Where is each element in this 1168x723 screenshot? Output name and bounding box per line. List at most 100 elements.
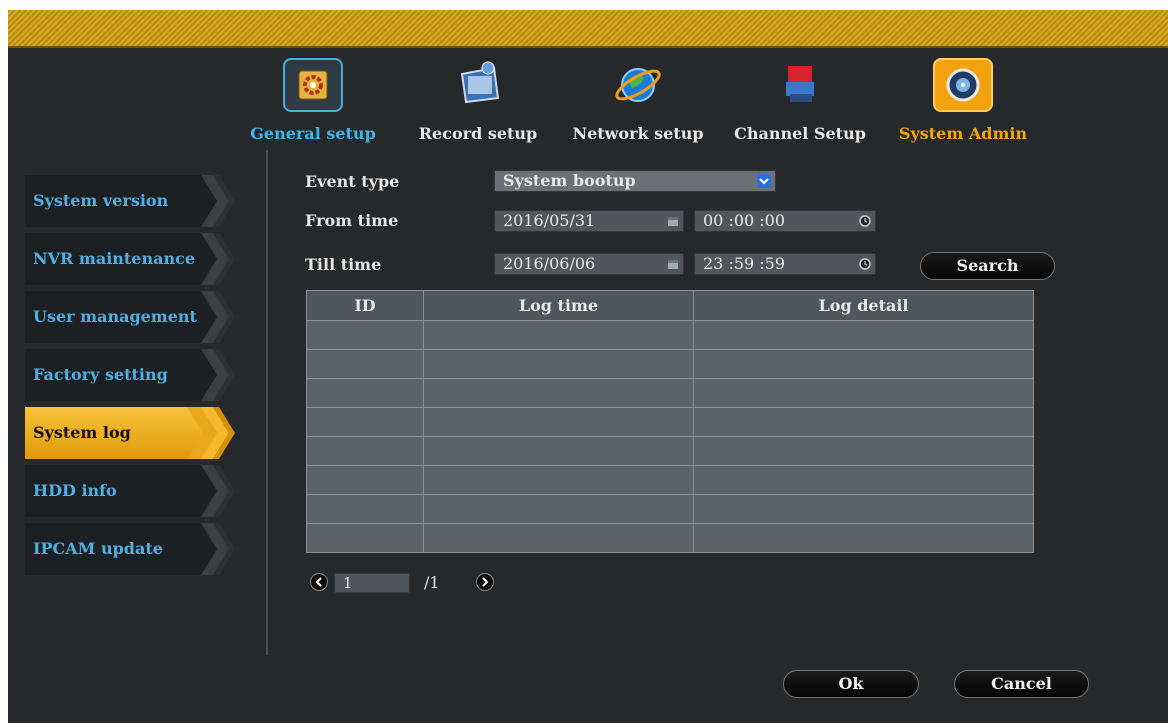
sidebar-item-ipcam-update[interactable]: IPCAM update xyxy=(25,523,240,575)
chevron-down-icon xyxy=(757,174,771,188)
table-header-row: ID Log time Log detail xyxy=(306,290,1034,321)
cell-log-detail xyxy=(693,349,1034,379)
sidebar-item-label: HDD info xyxy=(33,481,117,500)
cell-log-time xyxy=(423,436,694,466)
cell-log-detail xyxy=(693,523,1034,553)
next-page-button[interactable] xyxy=(476,573,494,591)
till-date-field[interactable]: 2016/06/06 xyxy=(494,253,684,275)
from-date-field[interactable]: 2016/05/31 xyxy=(494,210,684,232)
chevron-right-icon xyxy=(482,577,489,587)
cell-log-detail xyxy=(693,494,1034,524)
sidebar-item-system-log[interactable]: System log xyxy=(25,407,240,459)
tab-network-setup[interactable]: Network setup xyxy=(558,52,718,152)
clock-icon xyxy=(859,215,871,227)
globe-icon xyxy=(608,58,668,112)
title-bar xyxy=(8,10,1168,48)
cell-log-detail xyxy=(693,436,1034,466)
cell-log-detail xyxy=(693,407,1034,437)
table-row[interactable] xyxy=(306,407,1034,437)
cell-log-detail xyxy=(693,320,1034,350)
event-type-value: System bootup xyxy=(503,171,636,190)
till-time-label: Till time xyxy=(305,255,382,274)
chevron-right-icon xyxy=(187,175,235,227)
cell-id xyxy=(306,465,424,495)
sidebar-item-label: IPCAM update xyxy=(33,539,163,558)
table-row[interactable] xyxy=(306,349,1034,379)
from-time-label: From time xyxy=(305,211,399,230)
cell-id xyxy=(306,436,424,466)
cell-log-detail xyxy=(693,465,1034,495)
tab-label: Network setup xyxy=(572,124,704,143)
tab-label: Channel Setup xyxy=(734,124,866,143)
till-time-field[interactable]: 23 :59 :59 xyxy=(694,253,876,275)
event-type-select[interactable]: System bootup xyxy=(494,170,776,192)
table-row[interactable] xyxy=(306,378,1034,408)
sidebar-item-factory-setting[interactable]: Factory setting xyxy=(25,349,240,401)
cell-id xyxy=(306,378,424,408)
cell-id xyxy=(306,320,424,350)
from-time-field[interactable]: 00 :00 :00 xyxy=(694,210,876,232)
chevron-right-icon xyxy=(187,523,235,575)
page-total: /1 xyxy=(424,573,440,592)
table-row[interactable] xyxy=(306,436,1034,466)
nvr-window: General setup Record setup Network setup… xyxy=(8,10,1168,723)
column-header-log-detail: Log detail xyxy=(693,290,1034,321)
from-date-value: 2016/05/31 xyxy=(503,211,596,230)
cell-log-time xyxy=(423,494,694,524)
tab-record-setup[interactable]: Record setup xyxy=(398,52,558,152)
cell-log-time xyxy=(423,523,694,553)
till-time-value: 23 :59 :59 xyxy=(703,254,786,273)
sidebar-item-label: User management xyxy=(33,307,197,326)
camera-channel-icon xyxy=(770,58,830,112)
chevron-left-icon xyxy=(315,577,322,587)
page-number-input[interactable]: 1 xyxy=(334,573,410,593)
tab-general-setup[interactable]: General setup xyxy=(233,52,393,152)
chevron-right-icon xyxy=(187,465,235,517)
admin-disk-icon xyxy=(933,58,993,112)
sidebar-item-label: System version xyxy=(33,191,169,210)
sidebar-item-system-version[interactable]: System version xyxy=(25,175,240,227)
prev-page-button[interactable] xyxy=(310,573,328,591)
event-type-label: Event type xyxy=(305,172,400,191)
tab-system-admin[interactable]: System Admin xyxy=(883,52,1043,152)
film-reel-icon xyxy=(448,58,508,112)
cell-log-time xyxy=(423,407,694,437)
calendar-icon xyxy=(668,217,678,226)
tab-channel-setup[interactable]: Channel Setup xyxy=(720,52,880,152)
cell-log-time xyxy=(423,349,694,379)
ok-button[interactable]: Ok xyxy=(783,670,919,698)
cell-log-detail xyxy=(693,378,1034,408)
top-navigation: General setup Record setup Network setup… xyxy=(250,52,1158,152)
sidebar-divider xyxy=(266,150,268,655)
table-row[interactable] xyxy=(306,465,1034,495)
cell-id xyxy=(306,407,424,437)
table-row[interactable] xyxy=(306,494,1034,524)
search-button[interactable]: Search xyxy=(920,252,1055,280)
clock-icon xyxy=(859,258,871,270)
cell-log-time xyxy=(423,465,694,495)
chevron-right-icon xyxy=(187,407,235,459)
sidebar-item-label: System log xyxy=(33,423,131,442)
column-header-log-time: Log time xyxy=(423,290,694,321)
table-row[interactable] xyxy=(306,523,1034,553)
cell-id xyxy=(306,349,424,379)
log-table: ID Log time Log detail xyxy=(306,290,1034,553)
sidebar-item-label: Factory setting xyxy=(33,365,168,384)
tab-label: General setup xyxy=(250,124,376,143)
cell-id xyxy=(306,523,424,553)
sidebar-item-hdd-info[interactable]: HDD info xyxy=(25,465,240,517)
cell-log-time xyxy=(423,378,694,408)
column-header-id: ID xyxy=(306,290,424,321)
calendar-icon xyxy=(668,260,678,269)
cell-log-time xyxy=(423,320,694,350)
chevron-right-icon xyxy=(187,349,235,401)
tab-label: Record setup xyxy=(418,124,538,143)
till-date-value: 2016/06/06 xyxy=(503,254,596,273)
cancel-button[interactable]: Cancel xyxy=(954,670,1089,698)
sidebar-item-user-management[interactable]: User management xyxy=(25,291,240,343)
sidebar-item-label: NVR maintenance xyxy=(33,249,196,268)
cell-id xyxy=(306,494,424,524)
sidebar-item-nvr-maintenance[interactable]: NVR maintenance xyxy=(25,233,240,285)
from-time-value: 00 :00 :00 xyxy=(703,211,786,230)
table-row[interactable] xyxy=(306,320,1034,350)
